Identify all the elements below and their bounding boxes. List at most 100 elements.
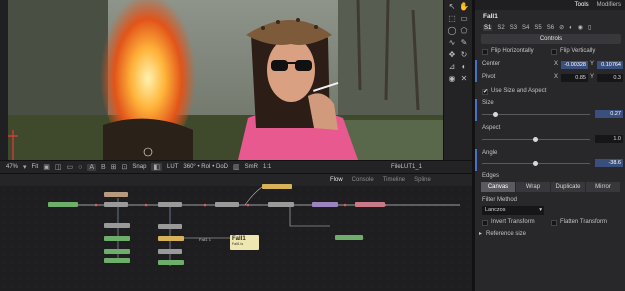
- select-tool-icon[interactable]: ⬚: [447, 14, 457, 24]
- viewer-image[interactable]: [8, 0, 443, 160]
- invert-transform-checkbox[interactable]: [482, 220, 488, 226]
- a-buffer-icon[interactable]: A: [87, 163, 96, 171]
- ratio-toggle[interactable]: 1:1: [263, 164, 271, 170]
- expand-triangle-icon[interactable]: ▸: [479, 230, 482, 237]
- pointer-tool-icon[interactable]: ↖: [447, 2, 457, 12]
- node-merge[interactable]: [104, 202, 128, 207]
- size-field[interactable]: 0.27: [595, 110, 623, 118]
- pin-icon[interactable]: ◉: [578, 24, 583, 31]
- ellipse-tool-icon[interactable]: ◯: [447, 26, 457, 36]
- close-tool-icon[interactable]: ✕: [459, 74, 469, 84]
- morph-tool-icon[interactable]: ⊿: [447, 62, 457, 72]
- eye-tool-icon[interactable]: ◉: [447, 74, 457, 84]
- node-fall1-selected[interactable]: [158, 236, 184, 241]
- node-media-out[interactable]: [355, 202, 385, 207]
- inspector-tabs: Tools Modifiers: [475, 0, 625, 10]
- node-transform-b[interactable]: [158, 224, 182, 229]
- rectangle-tool-icon[interactable]: ▭: [459, 14, 469, 24]
- channel-icon[interactable]: ◫: [55, 163, 62, 171]
- snap-toggle[interactable]: Snap: [132, 164, 146, 170]
- flip-vertically-checkbox[interactable]: [551, 49, 557, 55]
- tab-timeline[interactable]: Timeline: [383, 177, 405, 183]
- aspect-field[interactable]: 1.0: [595, 135, 623, 143]
- flatten-transform-checkbox[interactable]: [551, 220, 557, 226]
- node-colorcorrector[interactable]: [268, 202, 294, 207]
- node-filelut[interactable]: [312, 202, 338, 207]
- tool-name[interactable]: Fall1: [483, 13, 498, 20]
- node-overlay-clip[interactable]: [158, 260, 184, 265]
- levels-icon[interactable]: ▥: [233, 163, 240, 171]
- fit-button[interactable]: Fit: [32, 164, 39, 170]
- roi-dod-toggles[interactable]: 360° • RoI • DoD: [183, 164, 228, 170]
- angle-field[interactable]: -38.6: [595, 159, 623, 167]
- sticky-note[interactable]: Fall1 Fall1 is: [230, 235, 259, 250]
- node-smoke-clip[interactable]: [104, 249, 130, 254]
- transform-tool-icon[interactable]: ✥: [447, 50, 457, 60]
- version-s1[interactable]: S1: [483, 24, 493, 31]
- version-s2[interactable]: S2: [497, 25, 504, 31]
- edges-mirror-button[interactable]: Mirror: [586, 182, 620, 192]
- node-merge-3[interactable]: [215, 202, 239, 207]
- bspline-tool-icon[interactable]: ∿: [447, 38, 457, 48]
- version-s6[interactable]: S6: [547, 25, 554, 31]
- grid-icon[interactable]: ⊞: [111, 163, 117, 171]
- polygon-tool-icon[interactable]: ⬠: [459, 26, 469, 36]
- edges-duplicate-button[interactable]: Duplicate: [551, 182, 585, 192]
- node-merge-2[interactable]: [158, 202, 182, 207]
- reference-size-label: Reference size: [486, 231, 527, 237]
- rotate-tool-icon[interactable]: ↻: [459, 50, 469, 60]
- trash-icon[interactable]: ▯: [588, 24, 591, 31]
- b-buffer-icon[interactable]: B: [101, 164, 106, 171]
- node-fire-clip[interactable]: [104, 236, 130, 241]
- node-text[interactable]: [262, 184, 292, 189]
- filter-method-select[interactable]: Lanczos ▾: [482, 206, 544, 215]
- viewer-toolbar: 47% ▾ Fit ▣ ◫ ▭ ○ A B ⊞ ⊡ Snap ◧ LUT 360…: [0, 160, 472, 174]
- angle-slider-knob[interactable]: [533, 161, 538, 166]
- angle-label: Angle: [482, 150, 498, 156]
- node-matte-clip[interactable]: [104, 258, 130, 263]
- stereo-icon[interactable]: ◧: [151, 163, 163, 171]
- size-slider-track[interactable]: [482, 114, 590, 115]
- tab-console[interactable]: Console: [352, 177, 374, 183]
- node-flow-area[interactable]: Fall1 1 Fall1 Fall1 is: [0, 184, 472, 291]
- tab-modifiers[interactable]: Modifiers: [597, 2, 621, 8]
- version-s5[interactable]: S5: [534, 25, 541, 31]
- edges-canvas-button[interactable]: Canvas: [481, 182, 515, 192]
- node-transform-a[interactable]: [104, 223, 130, 228]
- version-s4[interactable]: S4: [522, 25, 529, 31]
- mask-tool-icon[interactable]: ◐: [459, 62, 469, 72]
- node-blur[interactable]: [158, 249, 182, 254]
- center-y-field[interactable]: 0.10764: [597, 61, 623, 69]
- edges-wrap-button[interactable]: Wrap: [516, 182, 550, 192]
- aspect-slider-knob[interactable]: [533, 137, 538, 142]
- version-s3[interactable]: S3: [510, 25, 517, 31]
- node-side-clip[interactable]: [335, 235, 363, 240]
- guides-icon[interactable]: ⊡: [122, 163, 128, 171]
- circle-view-icon[interactable]: ○: [78, 164, 82, 171]
- node-loader[interactable]: [48, 202, 78, 207]
- tab-tools[interactable]: Tools: [575, 2, 589, 8]
- image-icon[interactable]: ▣: [43, 163, 50, 171]
- tab-controls[interactable]: Controls: [481, 34, 621, 44]
- hand-tool-icon[interactable]: ✋: [459, 2, 469, 12]
- size-slider-knob[interactable]: [493, 112, 498, 117]
- reset-icon[interactable]: ◐: [569, 25, 573, 31]
- chevron-down-icon[interactable]: ▾: [23, 163, 27, 171]
- node-background[interactable]: [104, 192, 128, 197]
- node-editor-tabs: Flow Console Timeline Spline: [0, 174, 472, 186]
- pivot-y-label: Y: [590, 74, 595, 80]
- zoom-level[interactable]: 47%: [6, 164, 18, 170]
- reference-size-row[interactable]: ▸ Reference size: [475, 230, 625, 240]
- rect-view-icon[interactable]: ▭: [66, 163, 73, 171]
- tab-spline[interactable]: Spline: [414, 177, 431, 183]
- lut-toggle[interactable]: LUT: [167, 164, 178, 170]
- pivot-x-field[interactable]: 0.85: [561, 74, 588, 82]
- flip-horizontally-checkbox[interactable]: [482, 49, 488, 55]
- tab-flow[interactable]: Flow: [330, 177, 343, 183]
- use-size-aspect-checkbox[interactable]: [482, 88, 488, 95]
- pivot-y-field[interactable]: 0.3: [597, 74, 623, 82]
- paint-tool-icon[interactable]: ✎: [459, 38, 469, 48]
- lock-icon[interactable]: ⊘: [559, 24, 564, 31]
- smr-toggle[interactable]: SmR: [245, 164, 258, 170]
- center-x-field[interactable]: -0.00328: [561, 61, 588, 69]
